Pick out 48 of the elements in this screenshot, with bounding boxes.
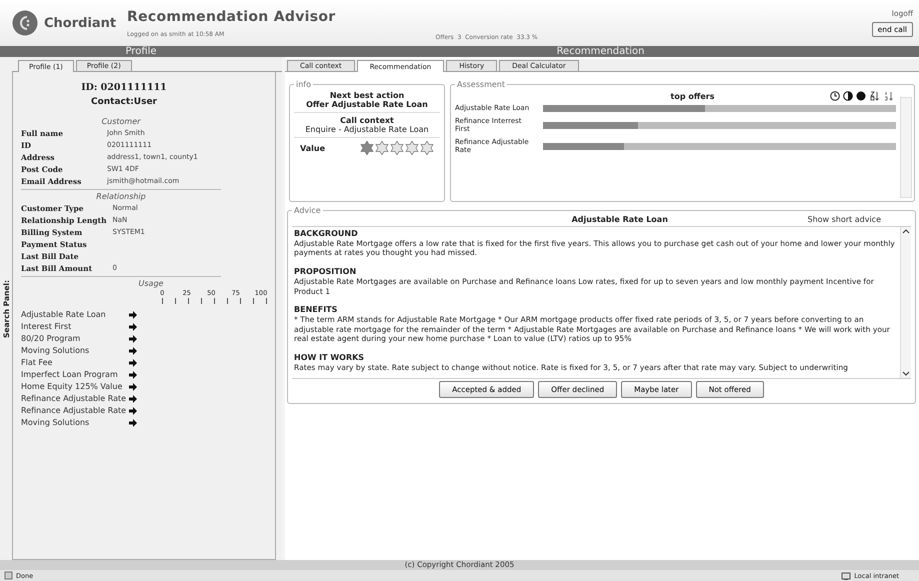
contact-type: Contact:User [90,97,158,107]
brand-name: Chordiant [44,16,116,30]
sort-icon [883,91,894,101]
next-action-label: Next best action [330,91,404,100]
advice-heading: BACKGROUND [294,229,359,239]
next-action-value: Offer Adjustable Rate Loan [306,100,428,109]
scroll-down-icon [901,369,911,378]
star-icon [360,141,374,155]
advice-title: Adjustable Rate Loan [570,215,669,224]
advice-heading: PROPOSITION [294,267,358,277]
half-circle-icon [843,91,853,101]
sort-icon [869,91,880,101]
page-icon [4,571,13,580]
usage-item[interactable]: Moving Solutions [21,346,129,355]
profile-id: ID: 0201111111 [80,82,168,93]
section-header: Profile [124,46,158,57]
section-title: Customer [100,117,142,126]
section-title: Relationship [95,192,147,201]
section-header: Recommendation [556,46,646,57]
assessment-title: top offers [670,92,716,100]
usage-item[interactable]: Home Equity 125% Value [21,382,129,391]
value-label: Value [300,144,326,152]
advice-heading: BENEFITS [294,305,338,315]
usage-item[interactable]: Adjustable Rate Loan [21,310,129,319]
panel-legend: Advice [292,206,323,215]
usage-item[interactable]: Refinance Adjustable Rate [21,406,129,415]
star-icon [375,141,389,155]
star-icon [405,141,419,155]
scroll-up-icon [901,227,911,236]
star-icon [420,141,434,155]
usage-item[interactable]: Moving Solutions [21,418,129,427]
app-title: Recommendation Advisor [127,8,336,24]
usage-title: Usage [138,279,164,288]
advice-heading: HOW IT WORKS [294,353,366,363]
usage-item[interactable]: Flat Fee [21,358,129,367]
panel-legend: info [294,80,314,89]
logo-icon [12,10,38,36]
panel-legend: Assessment [455,80,507,89]
usage-item[interactable]: Refinance Adjustable Rate [21,394,129,403]
call-context-label: Call context [340,116,394,125]
filled-circle-icon [856,91,866,101]
usage-item[interactable]: 80/20 Program [21,334,129,343]
usage-item[interactable]: Interest First [21,322,129,331]
show-short-advice-link[interactable]: Show short advice [808,215,881,224]
star-icon [390,141,404,155]
usage-item[interactable]: Imperfect Loan Program [21,370,129,379]
call-context-value: Enquire - Adjustable Rate Loan [305,125,429,134]
clock-icon [830,91,840,101]
